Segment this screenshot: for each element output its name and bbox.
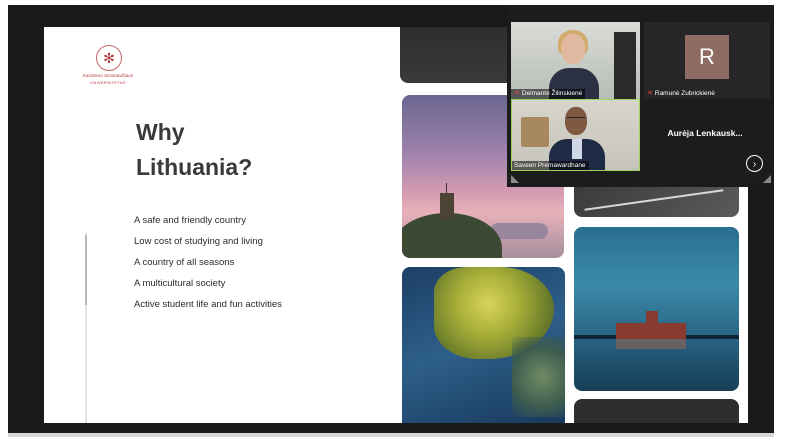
slide-scrollbar-thumb[interactable]	[85, 235, 87, 305]
bullet-item: Low cost of studying and living	[134, 236, 263, 247]
participant-name-label: ✕ Ramunė Zubrickienė	[644, 89, 718, 99]
slide-title: Why Lithuania?	[136, 119, 253, 180]
resize-grip-icon[interactable]	[763, 175, 771, 183]
photo-reflection	[616, 339, 686, 349]
photo-shore	[512, 337, 565, 417]
bullet-item: Active student life and fun activities	[134, 299, 282, 310]
photo-forest-lake	[402, 267, 565, 423]
mic-off-icon: ✕	[647, 90, 653, 97]
chevron-right-icon: ›	[752, 159, 757, 170]
participant-name-label: Saveen Premawardhane	[511, 161, 589, 171]
participant-name: Deimantė Žilinskienė	[521, 90, 583, 97]
bullet-list: A safe and friendly country Low cost of …	[134, 210, 282, 315]
photo-road-line	[584, 189, 724, 211]
participant-tile[interactable]: ✕ Deimantė Žilinskienė	[511, 22, 640, 99]
mic-off-icon: ✕	[514, 90, 520, 97]
bullet-item: A safe and friendly country	[134, 215, 246, 226]
photo-tower	[440, 193, 454, 219]
photo-hill	[402, 213, 502, 258]
participant-video	[567, 117, 585, 122]
slide-text-panel: ✻ Kazimiero Simonavičiaus UNIVERSITETAS …	[44, 27, 400, 423]
photo-castle	[616, 323, 686, 339]
video-gallery-panel[interactable]: ✕ Deimantė Žilinskienė R ✕ Ramunė Zubricki…	[507, 5, 773, 187]
logo-subname: UNIVERSITETAS	[90, 80, 126, 85]
photo-dark-bottom	[574, 399, 739, 423]
logo-name: Kazimiero Simonavičiaus	[82, 73, 134, 78]
participant-tile[interactable]: Saveen Premawardhane	[511, 99, 640, 171]
participant-avatar: R	[685, 35, 729, 79]
resize-grip-icon[interactable]	[511, 175, 519, 183]
next-page-button[interactable]: ›	[746, 155, 763, 172]
participant-video	[572, 139, 582, 159]
university-logo: ✻ Kazimiero Simonavičiaus UNIVERSITETAS	[74, 45, 142, 89]
bullet-item: A multicultural society	[134, 278, 226, 289]
bottom-bar	[8, 433, 774, 437]
participant-name: Ramunė Zubrickienė	[654, 90, 715, 97]
participant-name-label: ✕ Deimantė Žilinskienė	[511, 89, 586, 99]
video-background	[614, 32, 636, 99]
participant-video	[561, 34, 585, 64]
participant-name: Saveen Premawardhane	[514, 162, 586, 169]
participant-name: Aurėja Lenkausk...	[667, 128, 743, 138]
participant-tile[interactable]: R ✕ Ramunė Zubrickienė	[644, 22, 770, 99]
logo-emblem: ✻	[96, 45, 122, 71]
photo-trakai-castle	[574, 227, 739, 391]
video-background	[521, 117, 549, 147]
slide-scrollbar[interactable]	[85, 233, 87, 423]
bullet-item: A country of all seasons	[134, 257, 235, 268]
